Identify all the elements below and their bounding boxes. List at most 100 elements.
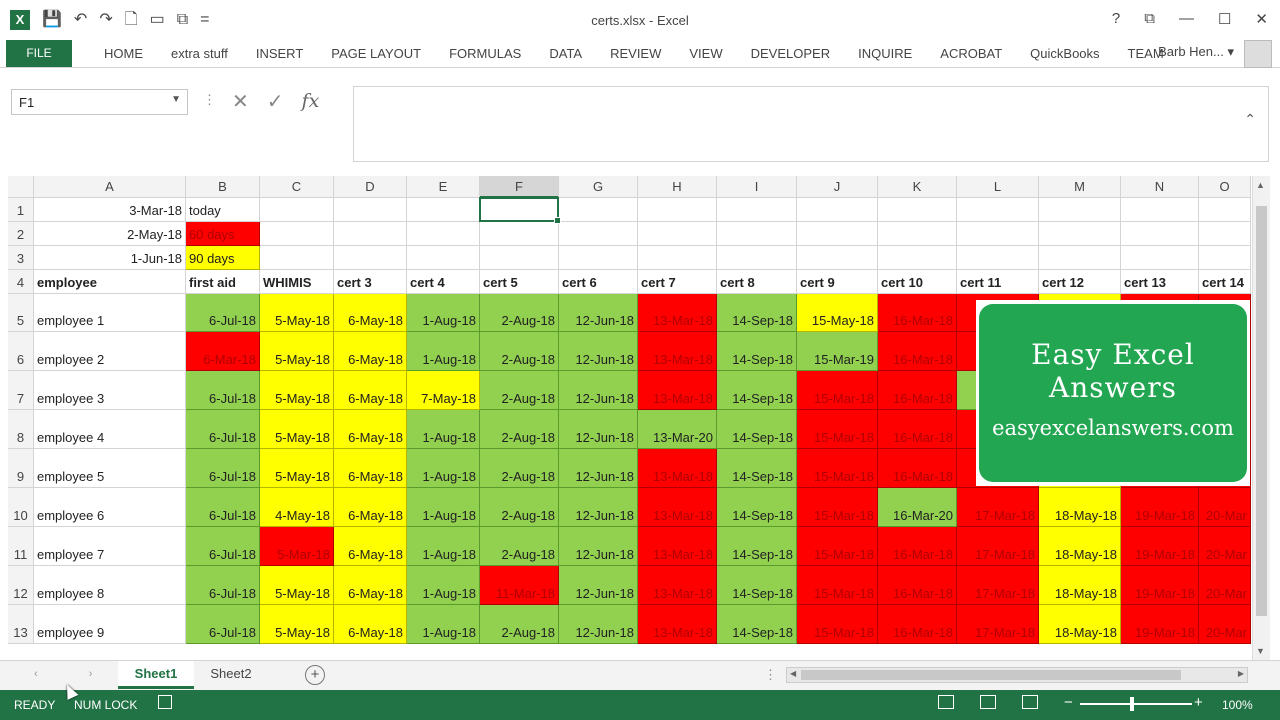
row-header-11[interactable]: 11 xyxy=(8,527,34,566)
cell-j7[interactable]: 15-Mar-18 xyxy=(797,371,878,410)
scroll-up-icon[interactable]: ▲ xyxy=(1256,180,1265,190)
cell-d8[interactable]: 6-May-18 xyxy=(334,410,407,449)
column-header-o[interactable]: O xyxy=(1199,176,1251,198)
cell-a8[interactable]: employee 4 xyxy=(34,410,186,449)
cell-l11[interactable]: 17-Mar-18 xyxy=(957,527,1039,566)
row-header-4[interactable]: 4 xyxy=(8,270,34,294)
cell-h8[interactable]: 13-Mar-20 xyxy=(638,410,717,449)
cell-j2[interactable] xyxy=(797,222,878,246)
row-header-7[interactable]: 7 xyxy=(8,371,34,410)
cell-o13[interactable]: 20-Mar xyxy=(1199,605,1251,644)
cell-n1[interactable] xyxy=(1121,198,1199,222)
cell-g13[interactable]: 12-Jun-18 xyxy=(559,605,638,644)
ribbon-tab-extra-stuff[interactable]: extra stuff xyxy=(157,46,242,61)
cell-i10[interactable]: 14-Sep-18 xyxy=(717,488,797,527)
row-header-9[interactable]: 9 xyxy=(8,449,34,488)
cell-e11[interactable]: 1-Aug-18 xyxy=(407,527,480,566)
cell-l13[interactable]: 17-Mar-18 xyxy=(957,605,1039,644)
cell-c10[interactable]: 4-May-18 xyxy=(260,488,334,527)
cell-a9[interactable]: employee 5 xyxy=(34,449,186,488)
cell-g1[interactable] xyxy=(559,198,638,222)
ribbon-tab-view[interactable]: VIEW xyxy=(675,46,736,61)
minimize-icon[interactable]: — xyxy=(1179,10,1194,28)
cell-m1[interactable] xyxy=(1039,198,1121,222)
cell-k11[interactable]: 16-Mar-18 xyxy=(878,527,957,566)
cell-a7[interactable]: employee 3 xyxy=(34,371,186,410)
cell-f12[interactable]: 11-Mar-18 xyxy=(480,566,559,605)
macro-record-icon[interactable] xyxy=(158,695,172,709)
cell-h6[interactable]: 13-Mar-18 xyxy=(638,332,717,371)
active-cell-selection[interactable] xyxy=(479,197,561,224)
cell-b13[interactable]: 6-Jul-18 xyxy=(186,605,260,644)
sheet-tab-sheet1[interactable]: Sheet1 xyxy=(118,661,194,689)
cell-f6[interactable]: 2-Aug-18 xyxy=(480,332,559,371)
ribbon-tab-page-layout[interactable]: PAGE LAYOUT xyxy=(317,46,435,61)
cell-d11[interactable]: 6-May-18 xyxy=(334,527,407,566)
vertical-scrollbar[interactable]: ▲ ▼ xyxy=(1252,176,1270,660)
normal-view-icon[interactable] xyxy=(938,695,954,709)
cell-h7[interactable]: 13-Mar-18 xyxy=(638,371,717,410)
cell-g4[interactable]: cert 6 xyxy=(559,270,638,294)
column-header-h[interactable]: H xyxy=(638,176,717,198)
cell-e8[interactable]: 1-Aug-18 xyxy=(407,410,480,449)
cell-h12[interactable]: 13-Mar-18 xyxy=(638,566,717,605)
cell-i5[interactable]: 14-Sep-18 xyxy=(717,294,797,332)
cell-c7[interactable]: 5-May-18 xyxy=(260,371,334,410)
cell-n2[interactable] xyxy=(1121,222,1199,246)
row-header-5[interactable]: 5 xyxy=(8,294,34,332)
cell-i11[interactable]: 14-Sep-18 xyxy=(717,527,797,566)
cell-b8[interactable]: 6-Jul-18 xyxy=(186,410,260,449)
column-header-b[interactable]: B xyxy=(186,176,260,198)
column-header-i[interactable]: I xyxy=(717,176,797,198)
ribbon-tab-review[interactable]: REVIEW xyxy=(596,46,675,61)
cell-j11[interactable]: 15-Mar-18 xyxy=(797,527,878,566)
column-header-a[interactable]: A xyxy=(34,176,186,198)
row-header-6[interactable]: 6 xyxy=(8,332,34,371)
cell-b9[interactable]: 6-Jul-18 xyxy=(186,449,260,488)
column-header-c[interactable]: C xyxy=(260,176,334,198)
add-sheet-icon[interactable]: + xyxy=(305,665,325,685)
cell-c4[interactable]: WHIMIS xyxy=(260,270,334,294)
cell-k5[interactable]: 16-Mar-18 xyxy=(878,294,957,332)
chevron-down-icon[interactable]: ▼ xyxy=(171,94,181,105)
cell-g7[interactable]: 12-Jun-18 xyxy=(559,371,638,410)
cell-c13[interactable]: 5-May-18 xyxy=(260,605,334,644)
cell-j3[interactable] xyxy=(797,246,878,270)
zoom-in-icon[interactable]: + xyxy=(1194,694,1203,711)
column-header-d[interactable]: D xyxy=(334,176,407,198)
cell-g5[interactable]: 12-Jun-18 xyxy=(559,294,638,332)
cell-f11[interactable]: 2-Aug-18 xyxy=(480,527,559,566)
file-tab[interactable]: FILE xyxy=(6,40,72,67)
cell-i6[interactable]: 14-Sep-18 xyxy=(717,332,797,371)
cell-d9[interactable]: 6-May-18 xyxy=(334,449,407,488)
cell-a3[interactable]: 1-Jun-18 xyxy=(34,246,186,270)
cell-b6[interactable]: 6-Mar-18 xyxy=(186,332,260,371)
cell-m10[interactable]: 18-May-18 xyxy=(1039,488,1121,527)
cell-n10[interactable]: 19-Mar-18 xyxy=(1121,488,1199,527)
cell-n4[interactable]: cert 13 xyxy=(1121,270,1199,294)
cell-o11[interactable]: 20-Mar xyxy=(1199,527,1251,566)
cell-j4[interactable]: cert 9 xyxy=(797,270,878,294)
cell-c8[interactable]: 5-May-18 xyxy=(260,410,334,449)
cell-f9[interactable]: 2-Aug-18 xyxy=(480,449,559,488)
cell-h4[interactable]: cert 7 xyxy=(638,270,717,294)
cell-a2[interactable]: 2-May-18 xyxy=(34,222,186,246)
cell-o1[interactable] xyxy=(1199,198,1251,222)
cell-b3[interactable]: 90 days xyxy=(186,246,260,270)
cell-k13[interactable]: 16-Mar-18 xyxy=(878,605,957,644)
cell-e7[interactable]: 7-May-18 xyxy=(407,371,480,410)
ribbon-tab-quickbooks[interactable]: QuickBooks xyxy=(1016,46,1113,61)
cell-m11[interactable]: 18-May-18 xyxy=(1039,527,1121,566)
cell-i4[interactable]: cert 8 xyxy=(717,270,797,294)
cell-f2[interactable] xyxy=(480,222,559,246)
cell-d3[interactable] xyxy=(334,246,407,270)
cell-b4[interactable]: first aid xyxy=(186,270,260,294)
cell-i12[interactable]: 14-Sep-18 xyxy=(717,566,797,605)
cell-j6[interactable]: 15-Mar-19 xyxy=(797,332,878,371)
cell-f7[interactable]: 2-Aug-18 xyxy=(480,371,559,410)
cell-h3[interactable] xyxy=(638,246,717,270)
cell-k7[interactable]: 16-Mar-18 xyxy=(878,371,957,410)
cell-f3[interactable] xyxy=(480,246,559,270)
cell-m2[interactable] xyxy=(1039,222,1121,246)
cell-j12[interactable]: 15-Mar-18 xyxy=(797,566,878,605)
